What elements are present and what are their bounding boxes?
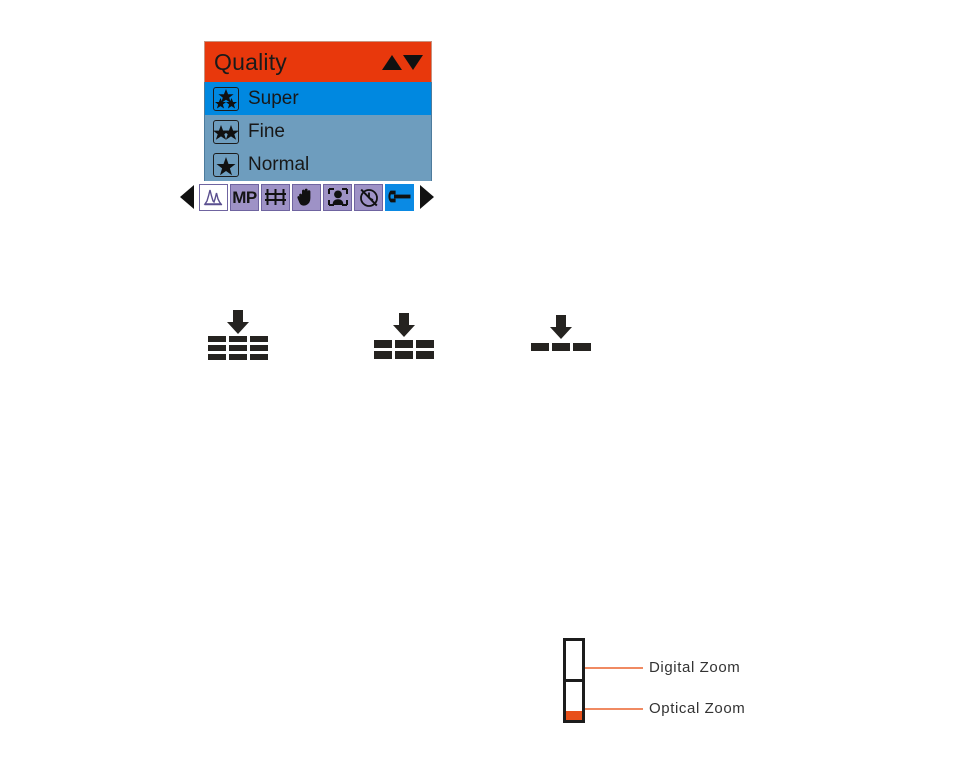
menu-item-label: Super: [248, 88, 299, 109]
arrow-left-icon[interactable]: [180, 185, 194, 209]
portrait-scene-icon[interactable]: [323, 183, 352, 211]
zoom-position-marker: [566, 711, 582, 720]
compression-super-icon: [207, 310, 269, 367]
menu-item-super[interactable]: Super: [205, 82, 431, 115]
menu-title-bar: Quality: [204, 41, 432, 82]
menu-item-fine[interactable]: Fine: [205, 115, 431, 148]
two-star-icon: [213, 119, 239, 144]
triangle-down-icon[interactable]: [403, 54, 423, 70]
compression-fine-icon: [373, 313, 435, 367]
camera-quality-menu: Quality Super Fine Normal MP: [180, 41, 434, 211]
menu-scroll-arrows: [382, 54, 423, 70]
digital-zoom-leader-line: [585, 667, 643, 669]
compression-normal-icon: [530, 315, 592, 364]
menu-item-label: Fine: [248, 121, 285, 142]
three-star-icon: [213, 86, 239, 111]
quality-option-list: Super Fine Normal: [204, 82, 432, 181]
megapixel-icon[interactable]: MP: [230, 183, 259, 211]
page-title: Quality: [214, 48, 287, 75]
mode-toolbar: MP: [180, 182, 456, 212]
zoom-bar-divider: [563, 679, 585, 682]
menu-item-label: Normal: [248, 154, 310, 175]
optical-zoom-label: Optical Zoom: [649, 700, 746, 717]
menu-item-normal[interactable]: Normal: [205, 148, 431, 181]
hand-stabilizer-icon[interactable]: [292, 183, 321, 211]
histogram-icon[interactable]: [199, 183, 228, 211]
one-star-icon: [213, 152, 239, 177]
digital-zoom-label: Digital Zoom: [649, 659, 741, 676]
triangle-up-icon[interactable]: [382, 54, 402, 70]
optical-zoom-leader-line: [585, 708, 643, 710]
compression-icon-group: [0, 0, 954, 764]
arrow-right-icon[interactable]: [420, 185, 434, 209]
wrench-setup-icon[interactable]: [385, 183, 414, 211]
megapixel-label: MP: [232, 187, 257, 207]
image-size-icon[interactable]: [261, 183, 290, 211]
self-timer-off-icon[interactable]: [354, 183, 383, 211]
